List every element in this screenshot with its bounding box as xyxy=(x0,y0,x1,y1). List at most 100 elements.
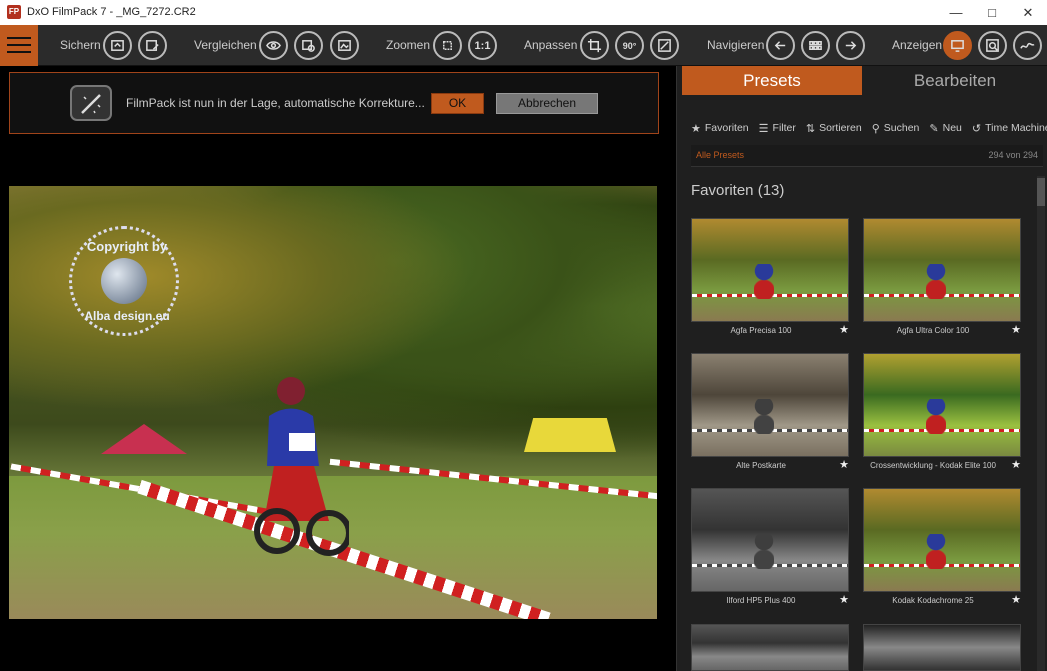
filter-bar[interactable]: Alle Presets 294 von 294 xyxy=(691,145,1043,167)
preset-card[interactable]: Ilford HP5 Plus 400 ★ xyxy=(691,488,851,606)
preset-name: Agfa Ultra Color 100 xyxy=(896,326,970,335)
image-viewer: FilmPack ist nun in der Lage, automatisc… xyxy=(0,66,668,671)
favorite-star-icon[interactable]: ★ xyxy=(1011,593,1021,606)
preset-card[interactable]: Crossentwicklung - Kodak Elite 100 ★ xyxy=(863,353,1023,471)
title-bar: FP DxO FilmPack 7 - _MG_7272.CR2 — □ ✕ xyxy=(0,0,1047,25)
compare-split-button[interactable] xyxy=(330,31,359,60)
straighten-button[interactable] xyxy=(650,31,679,60)
preset-thumbnail[interactable] xyxy=(691,624,849,671)
magnifier-icon xyxy=(986,39,999,52)
save-label: Sichern xyxy=(60,38,101,52)
copyright-watermark: Copyright by Alba design.eu xyxy=(69,226,179,336)
magic-wand-icon xyxy=(70,85,112,121)
favorite-star-icon[interactable]: ★ xyxy=(839,458,849,471)
display-label: Anzeigen xyxy=(892,38,943,52)
preset-card[interactable] xyxy=(863,624,1023,671)
favorite-star-icon[interactable]: ★ xyxy=(839,323,849,336)
preset-thumbnail[interactable] xyxy=(691,488,849,592)
zoom-100-button[interactable]: 1:1 xyxy=(468,31,497,60)
filter-tool[interactable]: ☰ Filter xyxy=(759,120,796,136)
list-icon: ☰ xyxy=(758,122,769,135)
preset-name: Crossentwicklung - Kodak Elite 100 xyxy=(870,461,996,470)
split-view-icon xyxy=(338,40,351,51)
preset-thumbnail[interactable] xyxy=(863,488,1021,592)
sort-tool[interactable]: ⇅ Sortieren xyxy=(806,120,862,136)
preset-name: Agfa Precisa 100 xyxy=(730,326,792,335)
favorites-tool[interactable]: ★ Favoriten xyxy=(691,120,749,136)
motocross-rider xyxy=(254,377,349,556)
favorite-star-icon[interactable]: ★ xyxy=(1011,458,1021,471)
zoom-label: Zoomen xyxy=(386,38,431,52)
preset-thumbnail[interactable] xyxy=(691,353,849,457)
histogram-button[interactable] xyxy=(1013,31,1042,60)
yellow-tent xyxy=(524,418,616,452)
preset-card[interactable] xyxy=(691,624,851,671)
app-icon: FP xyxy=(7,5,21,19)
favorites-title: Favoriten (13) xyxy=(691,182,785,199)
star-icon: ★ xyxy=(691,122,701,135)
next-image-button[interactable] xyxy=(836,31,865,60)
zoom-fit-icon xyxy=(443,41,452,50)
preset-card[interactable]: Agfa Precisa 100 ★ xyxy=(691,218,851,336)
monitor-icon xyxy=(951,40,964,52)
filter-count: 294 von 294 xyxy=(988,150,1038,160)
image-export-icon xyxy=(111,40,124,51)
scrollbar-thumb[interactable] xyxy=(1037,178,1045,206)
presets-panel: Presets Bearbeiten ★ Favoriten ☰ Filter ⇅ S… xyxy=(676,66,1047,671)
search-tool[interactable]: ⚲ Suchen xyxy=(872,120,920,136)
eye-icon xyxy=(266,41,281,50)
favorite-star-icon[interactable]: ★ xyxy=(1011,323,1021,336)
ok-button[interactable]: OK xyxy=(431,93,484,114)
preset-thumbnail[interactable] xyxy=(863,218,1021,322)
notification-text: FilmPack ist nun in der Lage, automatisc… xyxy=(126,96,425,110)
loupe-button[interactable] xyxy=(978,31,1007,60)
tab-edit[interactable]: Bearbeiten xyxy=(867,66,1043,95)
preset-name: Alte Postkarte xyxy=(736,461,786,470)
previous-image-button[interactable] xyxy=(766,31,795,60)
maximize-button[interactable]: □ xyxy=(974,0,1010,25)
presets-scrollbar[interactable] xyxy=(1037,176,1045,671)
preset-thumbnail[interactable] xyxy=(863,353,1021,457)
grid-icon xyxy=(809,41,822,50)
compare-eye-button[interactable] xyxy=(259,31,288,60)
preset-tools: ★ Favoriten ☰ Filter ⇅ Sortieren ⚲ Suchen ✎ N… xyxy=(691,120,1047,136)
histogram-icon xyxy=(1020,42,1035,49)
navigate-label: Navigieren xyxy=(707,38,765,52)
sort-icon: ⇅ xyxy=(805,122,816,135)
display-mode-button[interactable] xyxy=(943,31,972,60)
compare-history-button[interactable] xyxy=(294,31,323,60)
adjust-label: Anpassen xyxy=(524,38,578,52)
tab-presets[interactable]: Presets xyxy=(682,66,862,95)
new-icon: ✎ xyxy=(929,122,939,135)
zoom-fit-button[interactable] xyxy=(433,31,462,60)
preset-thumbnail[interactable] xyxy=(691,218,849,322)
arrow-right-icon xyxy=(845,41,857,50)
main-photo[interactable]: Copyright by Alba design.eu xyxy=(9,186,657,619)
globe-icon xyxy=(101,258,147,304)
new-tool[interactable]: ✎ Neu xyxy=(929,120,961,136)
arrow-left-icon xyxy=(774,41,786,50)
favorite-star-icon[interactable]: ★ xyxy=(839,593,849,606)
grid-view-button[interactable] xyxy=(801,31,830,60)
time-machine-icon: ↺ xyxy=(971,122,982,135)
edit-export-button[interactable] xyxy=(138,31,167,60)
rotate-90-button[interactable]: 90° xyxy=(615,31,644,60)
history-icon xyxy=(302,40,315,52)
time-machine-tool[interactable]: ↺ Time Machine xyxy=(972,120,1047,136)
preset-card[interactable]: Alte Postkarte ★ xyxy=(691,353,851,471)
hamburger-menu-button[interactable] xyxy=(0,25,38,66)
preset-card[interactable]: Agfa Ultra Color 100 ★ xyxy=(863,218,1023,336)
export-image-button[interactable] xyxy=(103,31,132,60)
minimize-button[interactable]: — xyxy=(938,0,974,25)
compare-label: Vergleichen xyxy=(194,38,257,52)
close-button[interactable]: ✕ xyxy=(1010,0,1046,25)
preset-name: Kodak Kodachrome 25 xyxy=(892,596,974,605)
straighten-icon xyxy=(658,39,671,52)
filter-label: Alle Presets xyxy=(696,150,745,160)
preset-name: Ilford HP5 Plus 400 xyxy=(726,596,796,605)
crop-button[interactable] xyxy=(580,31,609,60)
preset-card[interactable]: Kodak Kodachrome 25 ★ xyxy=(863,488,1023,606)
cancel-button[interactable]: Abbrechen xyxy=(496,93,598,114)
window-title: DxO FilmPack 7 - _MG_7272.CR2 xyxy=(27,6,196,18)
preset-thumbnail[interactable] xyxy=(863,624,1021,671)
